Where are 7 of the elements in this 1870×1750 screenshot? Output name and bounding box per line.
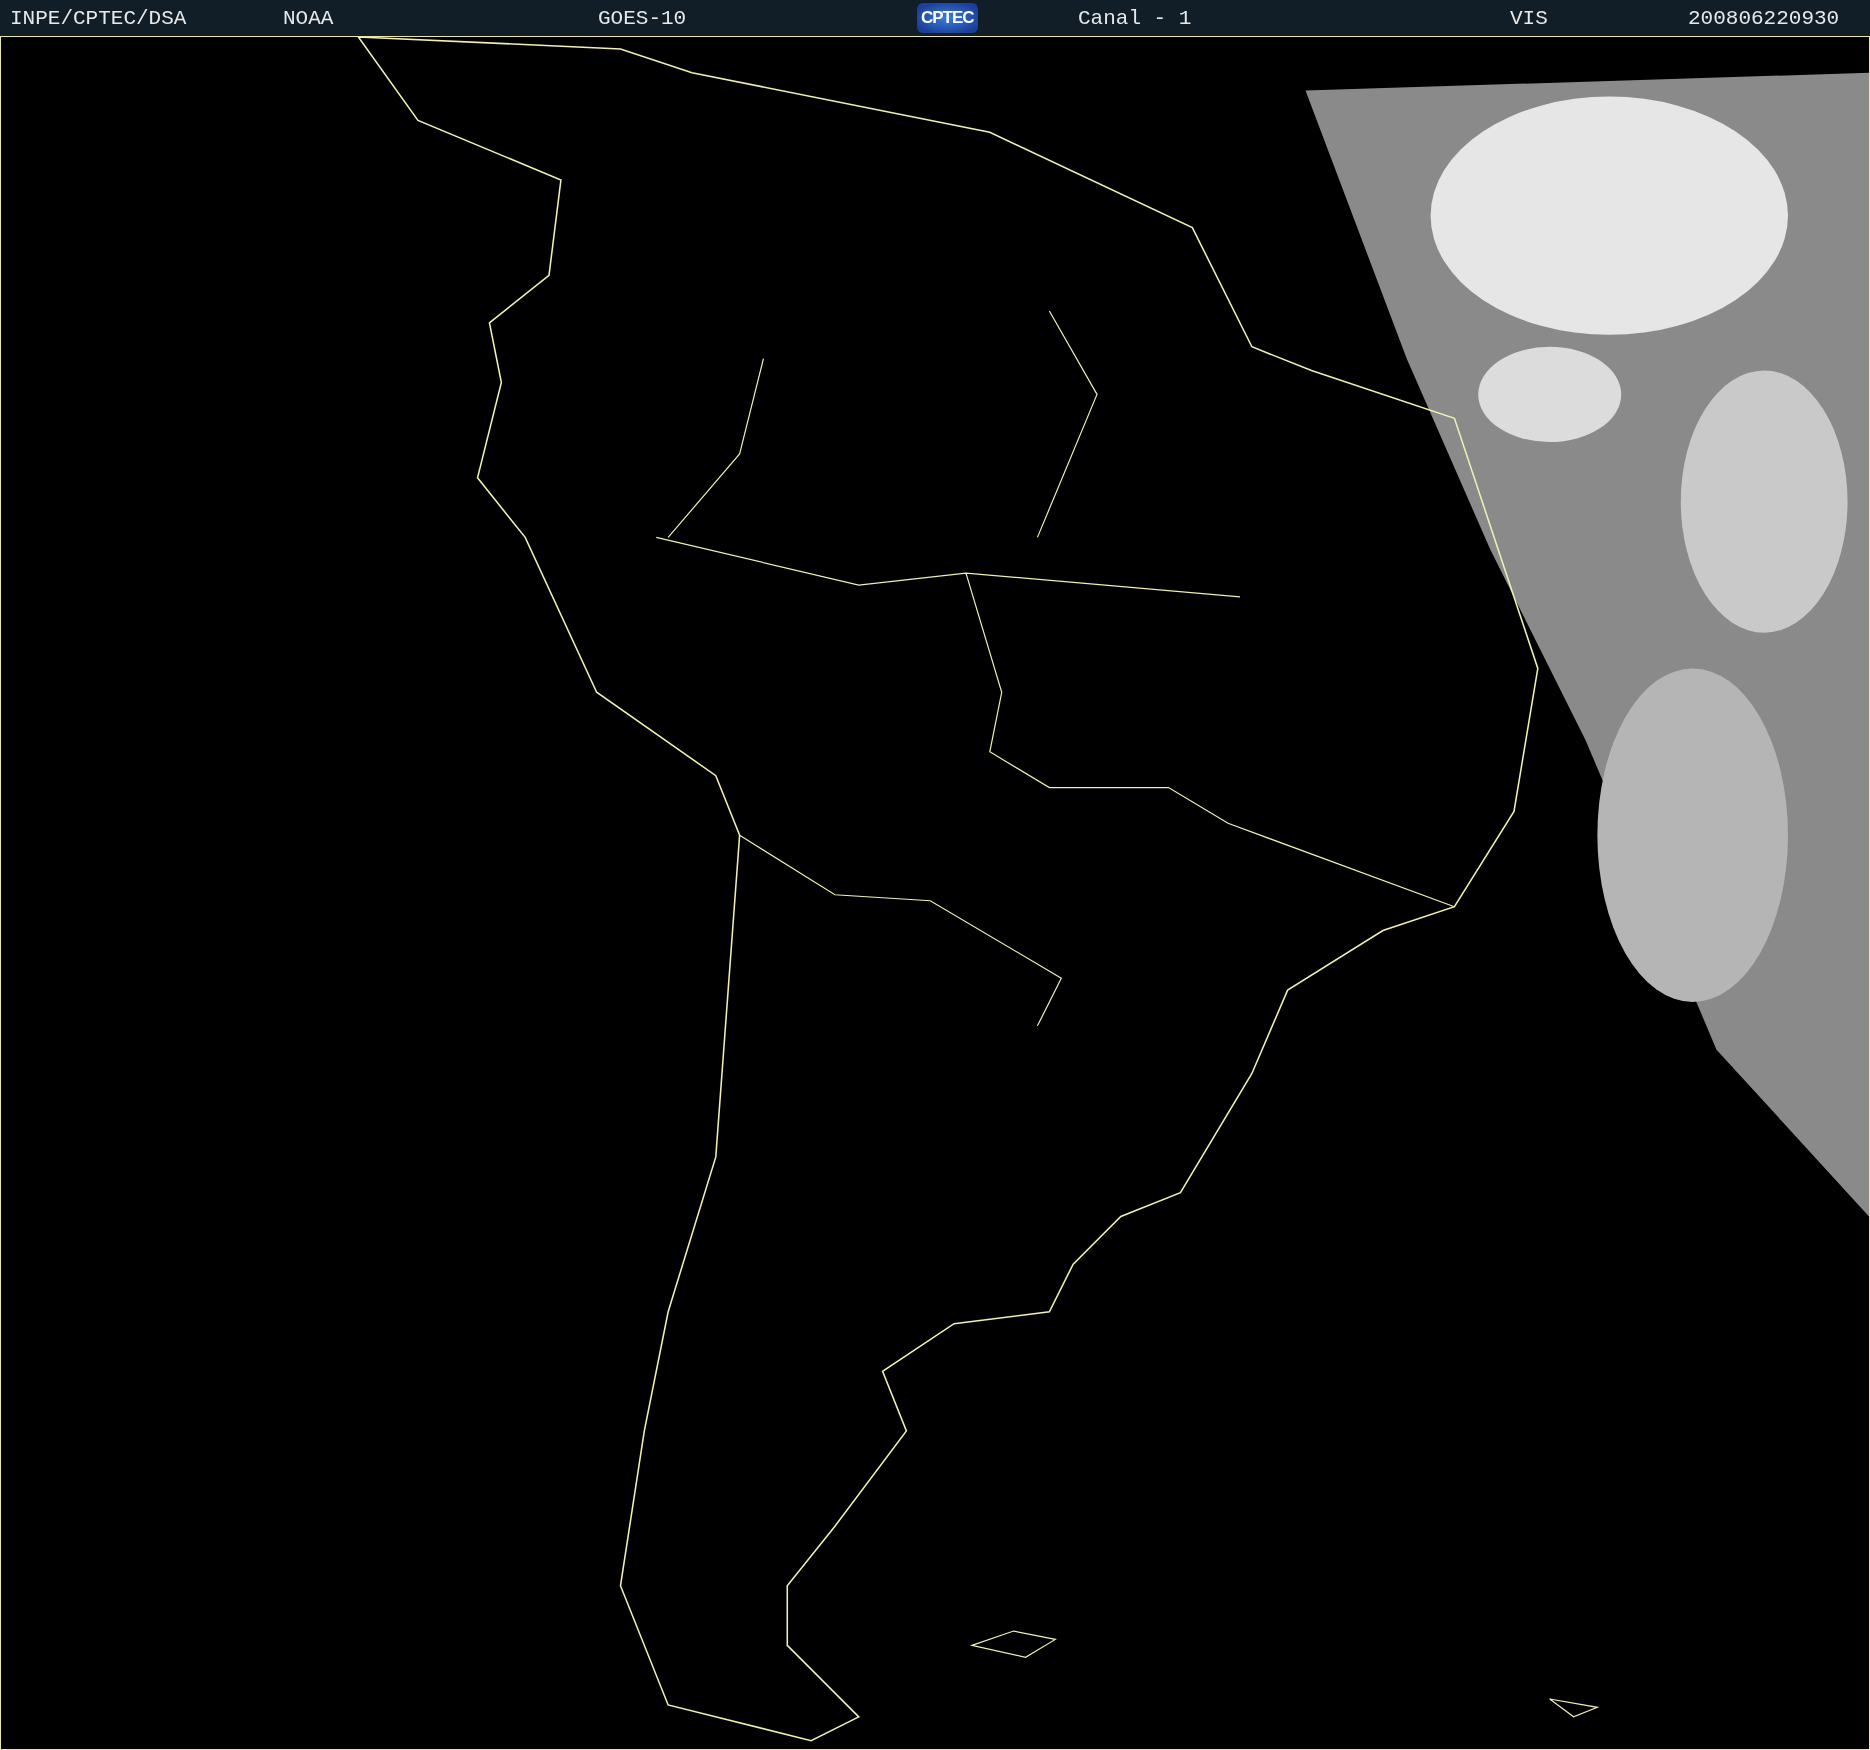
logo: CPTEC bbox=[917, 3, 978, 33]
header-label: INPE/CPTEC/DSA bbox=[10, 6, 187, 30]
header-label: 200806220930 bbox=[1688, 6, 1840, 30]
header-label: GOES-10 bbox=[598, 6, 687, 30]
header-label: Canal - 1 bbox=[1078, 6, 1192, 30]
header-label: NOAA bbox=[283, 6, 334, 30]
header-label: VIS bbox=[1510, 6, 1548, 30]
